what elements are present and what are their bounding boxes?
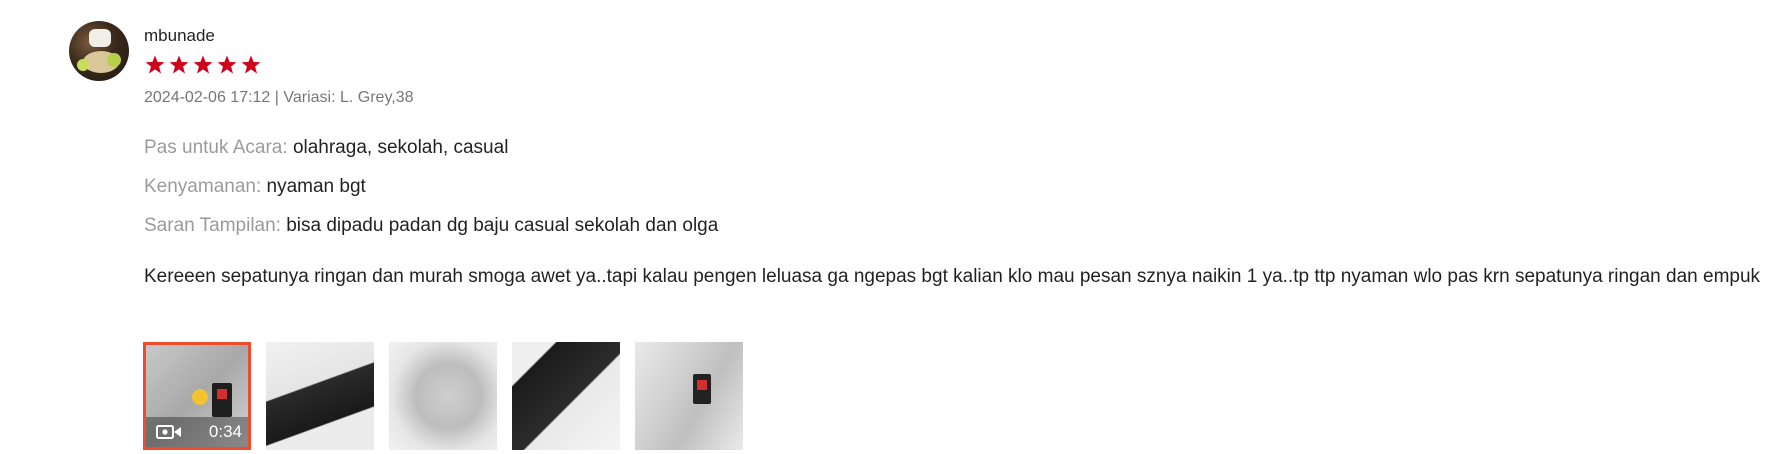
review-image-thumbnail[interactable] xyxy=(512,342,620,450)
review-author[interactable]: mbunade xyxy=(144,26,215,46)
attribute-label: Saran Tampilan: xyxy=(144,215,281,236)
video-overlay: 0:34 xyxy=(146,417,248,447)
review-meta: 2024-02-06 17:12 | Variasi: L. Grey,38 xyxy=(144,89,414,106)
attribute-label: Kenyamanan: xyxy=(144,176,262,197)
video-duration: 0:34 xyxy=(208,422,242,441)
user-avatar[interactable] xyxy=(69,21,129,81)
star-icon xyxy=(167,53,191,77)
review-attribute-occasion: Pas untuk Acara: olahraga, sekolah, casu… xyxy=(144,137,508,159)
star-icon xyxy=(143,53,167,77)
star-icon xyxy=(239,53,263,77)
video-camera-icon xyxy=(156,424,182,440)
product-review: mbunade 2024-02-06 17:12 | Variasi: L. G… xyxy=(0,0,1779,454)
review-media-list: 0:34 xyxy=(143,342,743,450)
attribute-value: nyaman bgt xyxy=(266,176,366,197)
review-image-thumbnail[interactable] xyxy=(266,342,374,450)
review-attribute-style: Saran Tampilan: bisa dipadu padan dg baj… xyxy=(144,215,718,237)
attribute-label: Pas untuk Acara: xyxy=(144,137,288,158)
attribute-value: bisa dipadu padan dg baju casual sekolah… xyxy=(286,215,719,236)
star-icon xyxy=(215,53,239,77)
review-image-thumbnail[interactable] xyxy=(635,342,743,450)
review-image-thumbnail[interactable] xyxy=(389,342,497,450)
review-comment: Kereeen sepatunya ringan dan murah smoga… xyxy=(144,266,1761,287)
star-icon xyxy=(191,53,215,77)
review-video-thumbnail[interactable]: 0:34 xyxy=(143,342,251,450)
review-attribute-comfort: Kenyamanan: nyaman bgt xyxy=(144,176,366,198)
rating-stars xyxy=(143,53,263,77)
attribute-value: olahraga, sekolah, casual xyxy=(292,137,509,158)
